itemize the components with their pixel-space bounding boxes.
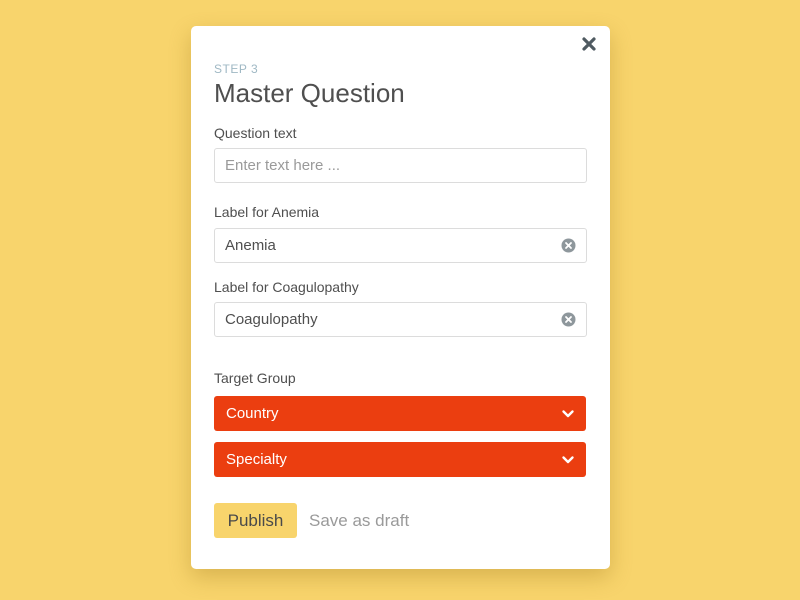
question-text-field[interactable] [214,148,587,183]
publish-button[interactable]: Publish [214,503,297,538]
clear-circle-icon [561,312,576,327]
modal-title: Master Question [214,78,405,108]
target-group-label: Target Group [214,370,296,386]
specialty-select-value: Specialty [226,451,287,468]
specialty-select[interactable]: Specialty [214,442,586,477]
coagulopathy-clear-button[interactable] [561,312,576,327]
anemia-input[interactable] [225,237,561,254]
master-question-modal: STEP 3 Master Question Question text Lab… [191,26,610,569]
chevron-down-icon [561,407,575,421]
step-label: STEP 3 [214,62,259,76]
question-text-input[interactable] [225,157,576,174]
anemia-label: Label for Anemia [214,204,320,220]
chevron-down-icon [561,453,575,467]
question-text-label: Question text [214,125,297,141]
clear-circle-icon [561,238,576,253]
country-select-value: Country [226,405,279,422]
coagulopathy-field[interactable] [214,302,587,337]
save-as-draft-link[interactable]: Save as draft [309,511,409,531]
close-icon [582,37,596,51]
country-select[interactable]: Country [214,396,586,431]
anemia-clear-button[interactable] [561,238,576,253]
close-button[interactable] [580,35,598,53]
anemia-field[interactable] [214,228,587,263]
coagulopathy-label: Label for Coagulopathy [214,279,359,295]
coagulopathy-input[interactable] [225,311,561,328]
